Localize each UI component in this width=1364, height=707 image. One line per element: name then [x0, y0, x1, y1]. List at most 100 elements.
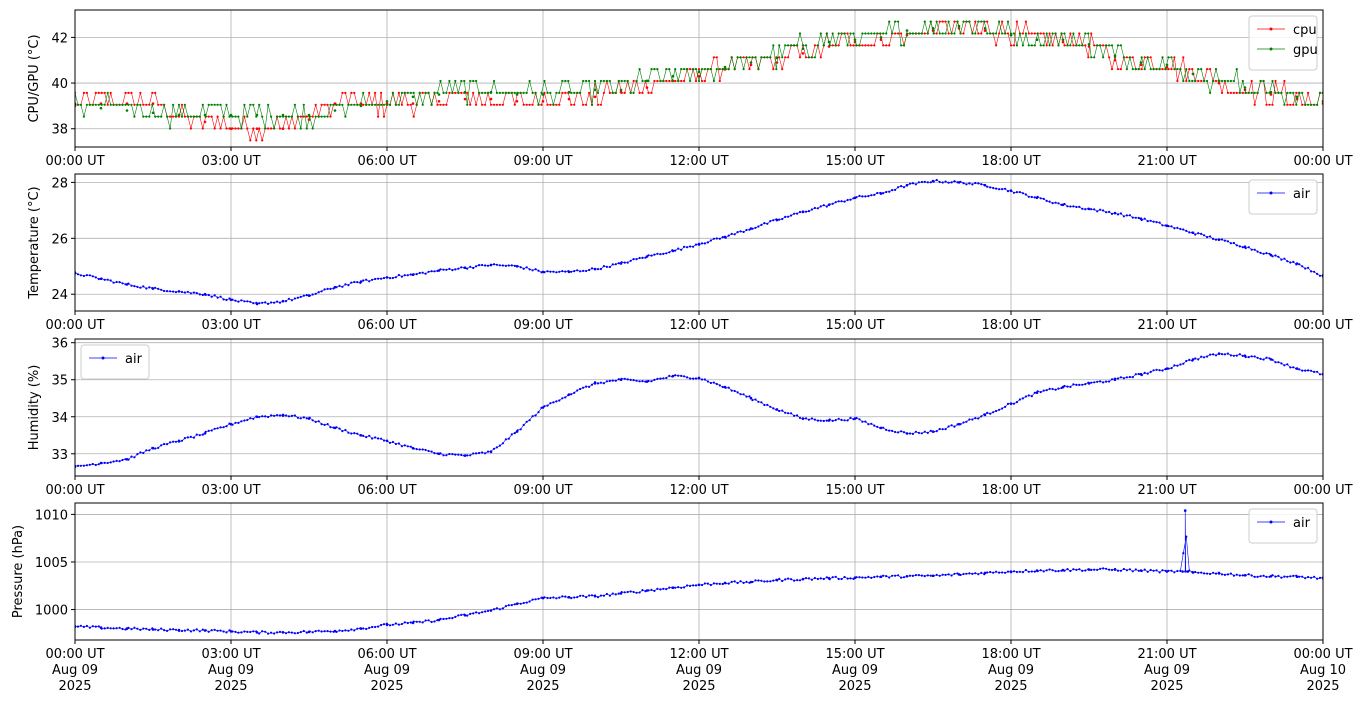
- cpu_gpu-gpu-point: [754, 56, 757, 59]
- humidity-air-point: [427, 449, 430, 453]
- humidity-air-point: [180, 439, 184, 442]
- humidity-air-point: [97, 463, 100, 466]
- pressure-air-point: [475, 611, 478, 614]
- cpu_gpu-cpu-point: [82, 91, 85, 94]
- pressure-air-point: [831, 576, 834, 579]
- humidity-air-datapoint-41: [1139, 372, 1143, 376]
- pressure-air-point: [650, 588, 653, 592]
- cpu_gpu-gpu-point: [296, 115, 299, 118]
- humidity-air-point: [1042, 389, 1045, 392]
- cpu_gpu-gpu-point: [1188, 79, 1191, 83]
- humidity-air-datapoint-21: [619, 378, 623, 382]
- pressure-air-point: [1027, 570, 1030, 573]
- humidity-air-point: [1108, 380, 1111, 383]
- cpu_gpu-cpu-point: [409, 103, 412, 106]
- cpu_gpu-gpu-datapoint-34: [957, 24, 961, 28]
- humidity-air-point: [1155, 368, 1158, 371]
- pressure-air-point: [103, 627, 106, 630]
- cpu_gpu-gpu-point: [320, 115, 323, 118]
- cpu_gpu-cpu-point: [213, 127, 216, 130]
- humidity-air-point: [109, 461, 112, 464]
- cpu_gpu-gpu-datapoint-30: [853, 38, 857, 41]
- humidity-air-point: [341, 430, 344, 433]
- cpu_gpu-cpu-point: [531, 103, 534, 106]
- temperature-air-point: [115, 280, 118, 284]
- pressure-air-point: [665, 588, 668, 591]
- cpu_gpu-gpu-point: [1313, 103, 1316, 106]
- pressure-air-point: [745, 580, 748, 584]
- temperature-air-point: [977, 182, 980, 185]
- pressure-air-point: [766, 580, 769, 583]
- temperature-air-point: [299, 295, 302, 298]
- humidity-air-point: [914, 430, 918, 433]
- cpu_gpu-gpu-point: [1298, 91, 1301, 94]
- pressure-air-point: [1262, 574, 1265, 577]
- pressure-air-point: [769, 580, 772, 583]
- humidity-air-datapoint-25: [723, 385, 727, 389]
- humidity-air-point: [662, 377, 665, 380]
- humidity-air-point: [680, 374, 683, 377]
- cpu_gpu-cpu-point: [1214, 79, 1218, 83]
- humidity-air-point: [442, 454, 445, 457]
- humidity-air-point: [290, 414, 293, 417]
- cpu_gpu-cpu-point: [448, 91, 451, 94]
- temperature-air-point: [998, 188, 1001, 191]
- cpu_gpu-gpu-point: [103, 103, 106, 106]
- temperature-air-point: [938, 180, 941, 184]
- cpu_gpu-cpu-point: [1042, 32, 1045, 35]
- humidity-ytick-label-2: 35: [51, 374, 68, 389]
- cpu_gpu-cpu-point: [1173, 56, 1176, 59]
- humidity-air-point: [816, 419, 820, 422]
- temperature-air-point: [82, 274, 85, 278]
- cpu_gpu-gpu-point: [1155, 68, 1158, 71]
- humidity-air-point: [1206, 355, 1209, 358]
- temperature-air-datapoint-28: [801, 210, 805, 213]
- temperature-air-point: [290, 299, 293, 302]
- temperature-air-point: [469, 265, 472, 268]
- humidity-air-point: [136, 453, 139, 456]
- pressure-air-point: [894, 574, 897, 577]
- cpu_gpu-gpu-point: [552, 103, 555, 106]
- temperature-air-point: [781, 217, 784, 221]
- humidity-air-point: [403, 444, 406, 447]
- temperature-air-datapoint-24: [697, 242, 701, 246]
- cpu_gpu-gpu-point: [1093, 56, 1096, 59]
- cpu_gpu-gpu-datapoint-23: [671, 74, 675, 78]
- cpu_gpu-gpu-point: [1087, 32, 1090, 35]
- cpu_gpu-gpu-point: [579, 91, 582, 94]
- humidity-air-point: [804, 417, 808, 420]
- pressure-air-point: [317, 629, 320, 632]
- pressure-air-point: [1149, 568, 1152, 572]
- cpu_gpu-cpu-point: [255, 139, 258, 142]
- temperature-air-point: [1179, 227, 1182, 231]
- cpu_gpu-cpu-point: [596, 103, 600, 106]
- cpu_gpu-gpu-point: [769, 56, 772, 59]
- humidity-air-point: [1057, 387, 1060, 390]
- pressure-xtick-label-7-line1: Aug 09: [1144, 663, 1190, 678]
- cpu_gpu-gpu-point: [305, 127, 308, 130]
- pressure-air-point: [1155, 569, 1158, 572]
- cpu_gpu-cpu-point: [219, 127, 222, 130]
- cpu_gpu-cpu-point: [885, 44, 888, 47]
- temperature-air-point: [995, 187, 998, 190]
- humidity-air-point: [1188, 358, 1191, 361]
- temperature-air-point: [573, 270, 576, 273]
- cpu_gpu-gpu-point: [965, 20, 968, 23]
- temperature-air-datapoint-42: [1165, 224, 1169, 227]
- temperature-air-datapoint-25: [723, 235, 727, 239]
- temperature-air-point: [261, 301, 264, 304]
- humidity-air-point: [769, 405, 772, 408]
- temperature-air-point: [341, 285, 344, 288]
- cpu_gpu-gpu-point: [1220, 79, 1224, 83]
- cpu_gpu-gpu-point: [1012, 32, 1016, 35]
- cpu_gpu-gpu-point: [549, 91, 552, 94]
- pressure-air-datapoint-8: [281, 631, 285, 634]
- humidity-air-point: [733, 389, 736, 393]
- temperature-air-point: [608, 265, 612, 269]
- temperature-air-point: [810, 208, 814, 211]
- temperature-air-point: [617, 262, 620, 265]
- humidity-air-point: [1289, 366, 1292, 369]
- humidity-air-point: [665, 376, 668, 380]
- cpu_gpu-gpu-point: [115, 103, 118, 106]
- pressure-air-point: [299, 631, 302, 634]
